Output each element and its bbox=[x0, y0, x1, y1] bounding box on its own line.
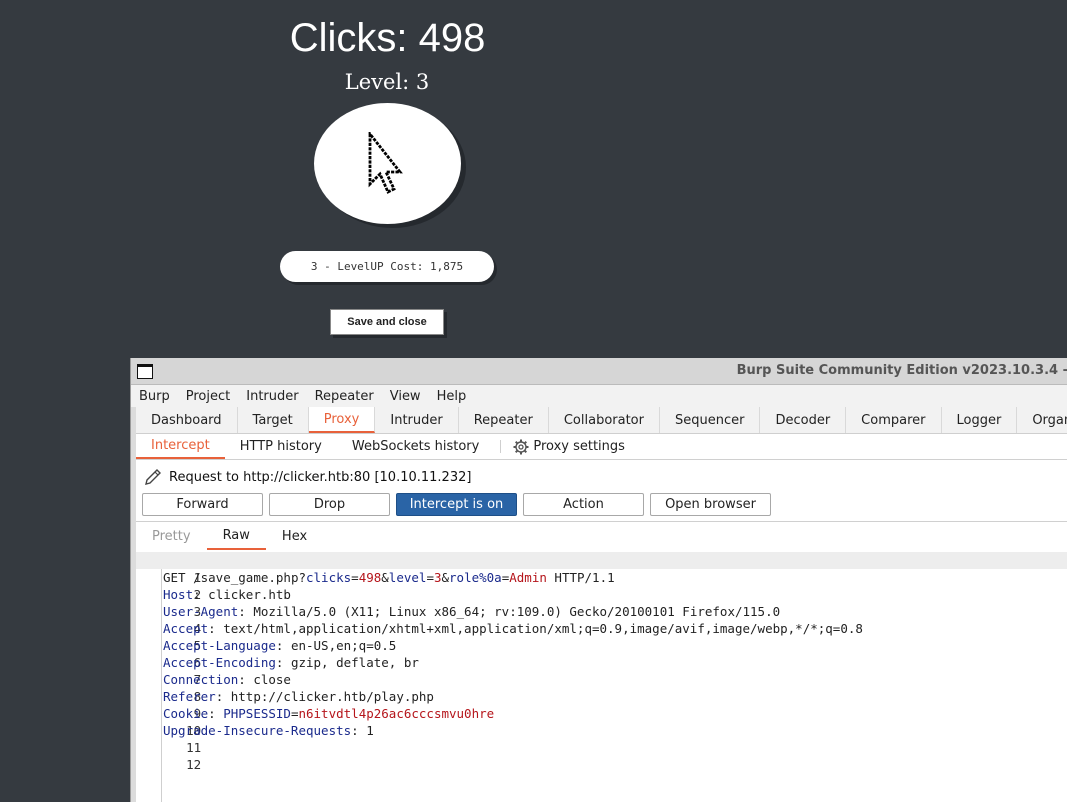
empty-line[interactable]: 11 bbox=[136, 722, 1067, 755]
proxy-subtab-bar: Intercept HTTP history WebSockets histor… bbox=[136, 434, 1067, 460]
action-button[interactable]: Action bbox=[523, 493, 644, 516]
intercept-toolbar: Forward Drop Intercept is on Action Open… bbox=[142, 493, 771, 516]
drop-button[interactable]: Drop bbox=[269, 493, 390, 516]
burp-suite-window: Burp Suite Community Edition v2023.10.3.… bbox=[130, 358, 1067, 802]
tab-target[interactable]: Target bbox=[238, 407, 309, 433]
view-tab-raw[interactable]: Raw bbox=[206, 522, 266, 550]
header-line[interactable]: 4 Accept: text/html,application/xhtml+xml… bbox=[136, 603, 1067, 636]
menu-help[interactable]: Help bbox=[429, 389, 475, 404]
request-target-line: Request to http://clicker.htb:80 [10.10.… bbox=[143, 466, 471, 488]
tab-sequencer[interactable]: Sequencer bbox=[660, 407, 761, 433]
view-tab-hex[interactable]: Hex bbox=[266, 522, 323, 550]
level-label: Level: 3 bbox=[344, 70, 430, 94]
header-line[interactable]: 5 Accept-Language: en-US,en;q=0.5 bbox=[136, 620, 1067, 653]
window-titlebar[interactable]: Burp Suite Community Edition v2023.10.3.… bbox=[131, 358, 1067, 385]
header-line[interactable]: 9 Cookie: PHPSESSID=n6itvdtl4p26ac6cccsmv… bbox=[136, 688, 1067, 721]
menu-burp[interactable]: Burp bbox=[131, 389, 178, 404]
header-line[interactable]: 6 Accept-Encoding: gzip, deflate, br bbox=[136, 637, 1067, 670]
tab-decoder[interactable]: Decoder bbox=[760, 407, 847, 433]
proxy-settings-button[interactable]: Proxy settings bbox=[507, 434, 640, 459]
intercept-toggle-button[interactable]: Intercept is on bbox=[396, 493, 517, 516]
menu-intruder[interactable]: Intruder bbox=[238, 389, 306, 404]
menu-project[interactable]: Project bbox=[178, 389, 238, 404]
tab-dashboard[interactable]: Dashboard bbox=[136, 407, 238, 433]
menu-bar: Burp Project Intruder Repeater View Help bbox=[131, 385, 1067, 407]
subtab-intercept[interactable]: Intercept bbox=[136, 434, 225, 459]
subtab-http-history[interactable]: HTTP history bbox=[225, 434, 337, 459]
header-line[interactable]: 7 Connection: close bbox=[136, 654, 1067, 687]
request-target-text: Request to http://clicker.htb:80 [10.10.… bbox=[169, 469, 472, 485]
click-cursor-button[interactable] bbox=[314, 103, 461, 224]
message-view-tabs: Pretty Raw Hex bbox=[136, 521, 1067, 550]
request-line[interactable]: 1 GET /save_game.php?clicks=498&level=3&r… bbox=[136, 552, 1067, 585]
arrow-cursor-icon bbox=[368, 131, 403, 194]
header-line[interactable]: 8 Referer: http://clicker.htb/play.php bbox=[136, 671, 1067, 704]
tab-logger[interactable]: Logger bbox=[942, 407, 1018, 433]
levelup-button[interactable]: 3 - LevelUP Cost: 1,875 bbox=[280, 251, 494, 282]
save-and-close-button[interactable]: Save and close bbox=[330, 309, 444, 335]
tab-organizer[interactable]: Organ bbox=[1017, 407, 1067, 433]
menu-repeater[interactable]: Repeater bbox=[307, 389, 382, 404]
header-line[interactable]: 3 User-Agent: Mozilla/5.0 (X11; Linux x86… bbox=[136, 586, 1067, 619]
menu-view[interactable]: View bbox=[382, 389, 429, 404]
header-line[interactable]: 10 Upgrade-Insecure-Requests: 1 bbox=[136, 705, 1067, 738]
tab-intruder[interactable]: Intruder bbox=[375, 407, 459, 433]
main-tab-bar: Dashboard Target Proxy Intruder Repeater… bbox=[136, 407, 1067, 434]
tab-collaborator[interactable]: Collaborator bbox=[549, 407, 660, 433]
window-title: Burp Suite Community Edition v2023.10.3.… bbox=[736, 363, 1067, 378]
tab-repeater[interactable]: Repeater bbox=[459, 407, 549, 433]
clicks-counter: Clicks: 498 bbox=[289, 16, 486, 60]
window-icon bbox=[137, 364, 153, 379]
header-line[interactable]: 2 Host: clicker.htb bbox=[136, 569, 1067, 602]
line-number: 12 bbox=[186, 757, 202, 772]
gear-icon bbox=[513, 439, 529, 454]
tab-proxy[interactable]: Proxy bbox=[308, 407, 376, 433]
request-editor[interactable]: 1 GET /save_game.php?clicks=498&level=3&r… bbox=[136, 552, 1067, 802]
proxy-settings-label: Proxy settings bbox=[533, 439, 625, 454]
pencil-icon[interactable] bbox=[143, 467, 163, 487]
tab-comparer[interactable]: Comparer bbox=[846, 407, 942, 433]
subtab-websockets-history[interactable]: WebSockets history bbox=[337, 434, 494, 459]
subtab-divider bbox=[500, 440, 502, 453]
empty-line[interactable]: 12 bbox=[136, 739, 1067, 772]
view-tab-pretty[interactable]: Pretty bbox=[136, 522, 207, 550]
forward-button[interactable]: Forward bbox=[142, 493, 263, 516]
open-browser-button[interactable]: Open browser bbox=[650, 493, 771, 516]
